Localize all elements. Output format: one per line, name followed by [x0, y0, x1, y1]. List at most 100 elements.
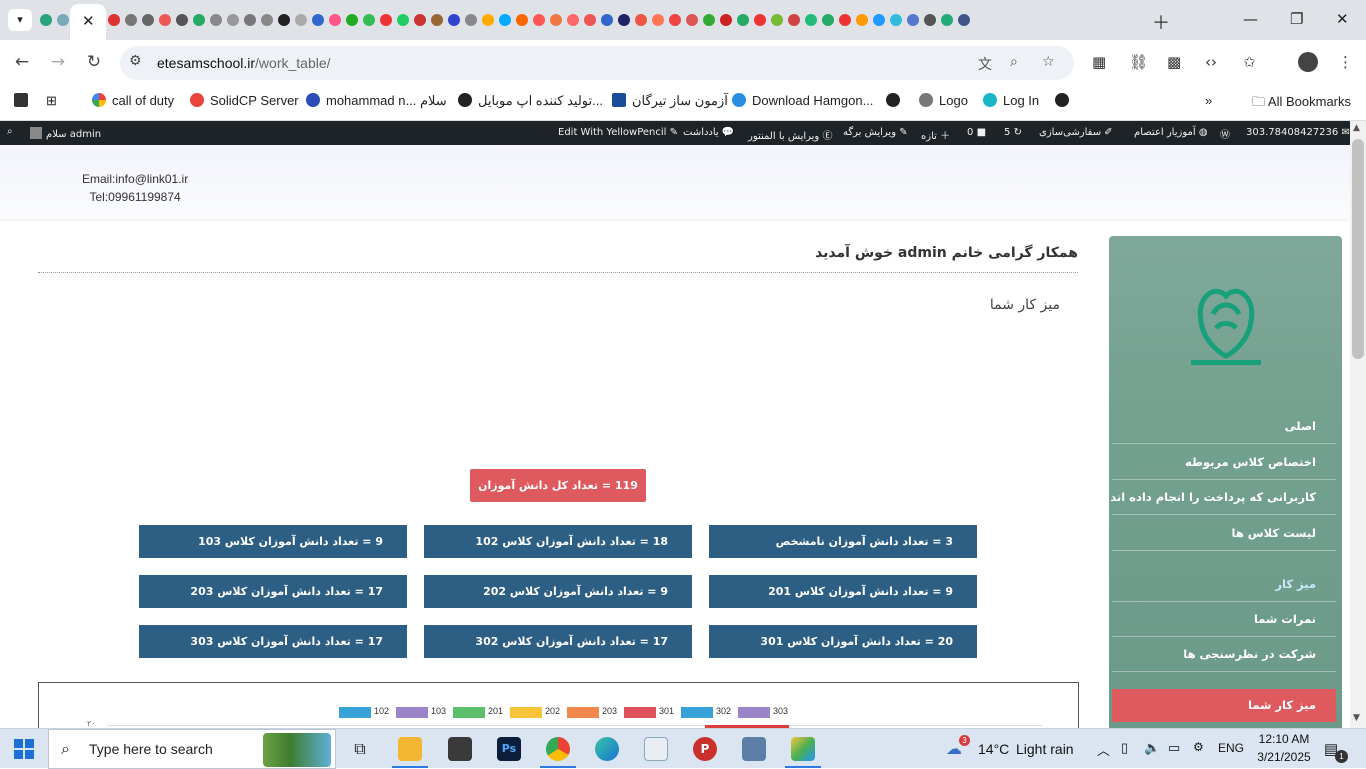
bookmark-app-maker[interactable]: تولید کننده اپ موبایل...: [458, 93, 603, 109]
pinned-tab-favicon[interactable]: [618, 14, 630, 26]
pinned-tab-favicon[interactable]: [312, 14, 324, 26]
pinned-tab-favicon[interactable]: [329, 14, 341, 26]
adminbar-ip[interactable]: 303.78408427236 ✉: [1246, 127, 1350, 138]
favorites-icon[interactable]: ✩: [1243, 53, 1256, 71]
pinned-tab-favicon[interactable]: [142, 14, 154, 26]
clock-date[interactable]: 3/21/2025: [1254, 750, 1314, 764]
weather-text[interactable]: Light rain: [1016, 741, 1074, 757]
pinned-tab-favicon[interactable]: [40, 14, 52, 26]
adminbar-elementor[interactable]: ویرایش با المنتور Ⓔ: [748, 127, 832, 142]
adminbar-customize[interactable]: سفارشی‌سازی ✐: [1039, 127, 1113, 138]
scroll-down-icon[interactable]: ▼: [1353, 713, 1360, 723]
pinned-tab-favicon[interactable]: [635, 14, 647, 26]
minimize-icon[interactable]: —: [1243, 10, 1258, 28]
bookmark-call-of-duty[interactable]: call of duty: [92, 93, 174, 108]
pinned-tab-favicon[interactable]: [788, 14, 800, 26]
adminbar-comments[interactable]: 0 ■: [967, 127, 986, 138]
forward-icon[interactable]: →: [47, 52, 69, 72]
adminbar-notes[interactable]: یادداشت 💬: [683, 127, 734, 138]
pinned-tab-favicon[interactable]: [703, 14, 715, 26]
page-scrollbar[interactable]: ▲ ▼: [1350, 121, 1366, 728]
pinned-tab-favicon[interactable]: [924, 14, 936, 26]
tray-chevron-icon[interactable]: ︿: [1097, 740, 1110, 759]
pinned-tab-favicon[interactable]: [210, 14, 222, 26]
adminbar-updates[interactable]: 5 ↻: [1004, 127, 1022, 138]
pinned-tab-favicon[interactable]: [431, 14, 443, 26]
qr-icon[interactable]: ▩: [1167, 53, 1181, 71]
sidebar-item-surveys[interactable]: شرکت در نظرسنجی ها: [1112, 637, 1336, 672]
pinned-tab-favicon[interactable]: [363, 14, 375, 26]
pinned-tab-favicon[interactable]: [57, 14, 69, 26]
adminbar-yellowpencil[interactable]: Edit With YellowPencil ✎: [558, 127, 678, 138]
contact-tel[interactable]: Tel:09961199874: [82, 188, 188, 206]
adminbar-site-name[interactable]: آموزیار اعتصام ◍: [1134, 127, 1208, 138]
back-icon[interactable]: ←: [11, 52, 33, 72]
pinned-tab-favicon[interactable]: [176, 14, 188, 26]
pinned-tab-favicon[interactable]: [805, 14, 817, 26]
pinned-tab-favicon[interactable]: [873, 14, 885, 26]
adminbar-search-icon[interactable]: ⌕: [7, 126, 13, 137]
pinned-tab-favicon[interactable]: [380, 14, 392, 26]
profile-avatar[interactable]: [1298, 52, 1318, 72]
active-tab[interactable]: ✕: [70, 4, 106, 40]
pinned-tab-favicon[interactable]: [567, 14, 579, 26]
pinned-tab-favicon[interactable]: [346, 14, 358, 26]
adminbar-edit-page[interactable]: ویرایش برگه ✎: [843, 127, 908, 138]
pinned-tab-favicon[interactable]: [890, 14, 902, 26]
bookmark-login[interactable]: Log In: [983, 93, 1039, 108]
pinned-tab-favicon[interactable]: [720, 14, 732, 26]
pinned-tab-favicon[interactable]: [227, 14, 239, 26]
pinned-tab-favicon[interactable]: [822, 14, 834, 26]
sidebar-item-assign-class[interactable]: اختصاص کلاس مربوطه: [1112, 445, 1336, 480]
adminbar-account[interactable]: سلام admin: [30, 127, 101, 140]
devtools-icon[interactable]: ‹›: [1205, 53, 1217, 71]
pinned-tab-favicon[interactable]: [261, 14, 273, 26]
adminbar-new[interactable]: تازه ＋: [921, 127, 950, 142]
pinned-tab-favicon[interactable]: [193, 14, 205, 26]
bookmark-mohammad[interactable]: mohammad n... سلام: [306, 93, 447, 109]
pinned-tab-favicon[interactable]: [839, 14, 851, 26]
bookmarks-overflow-icon[interactable]: »: [1205, 93, 1212, 108]
sidebar-item-desk[interactable]: میز کار: [1112, 567, 1336, 602]
pinned-tab-favicon[interactable]: [958, 14, 970, 26]
wordpress-icon[interactable]: Ⓦ: [1220, 126, 1230, 141]
pinned-tab-favicon[interactable]: [244, 14, 256, 26]
pinned-tab-favicon[interactable]: [652, 14, 664, 26]
pinned-tab-favicon[interactable]: [499, 14, 511, 26]
close-tab-icon[interactable]: ✕: [82, 12, 95, 30]
sidebar-item-class-list[interactable]: لیست کلاس ها: [1112, 516, 1336, 551]
restore-icon[interactable]: ❐: [1290, 10, 1303, 28]
pinned-tab-favicon[interactable]: [482, 14, 494, 26]
clock-time[interactable]: 12:10 AM: [1256, 732, 1312, 746]
pinned-tab-favicon[interactable]: [601, 14, 613, 26]
bookmark-solidcp[interactable]: SolidCP Server: [190, 93, 299, 108]
pinned-tab-favicon[interactable]: [278, 14, 290, 26]
pinned-tab-favicon[interactable]: [448, 14, 460, 26]
bookmark-globe[interactable]: [886, 93, 906, 108]
volume-icon[interactable]: 🔈: [1144, 740, 1160, 756]
bookmark-tirgan[interactable]: آزمون ساز تیرگان: [612, 93, 728, 109]
temperature[interactable]: 14°C: [978, 741, 1009, 757]
pinned-tab-favicon[interactable]: [941, 14, 953, 26]
pinned-tab-favicon[interactable]: [108, 14, 120, 26]
ime-icon[interactable]: ⚙: [1193, 740, 1204, 754]
language-indicator[interactable]: ENG: [1218, 741, 1244, 755]
apps-icon[interactable]: ⊞: [46, 93, 57, 109]
contact-email[interactable]: Email:info@link01.ir: [82, 170, 188, 188]
pinned-tab-favicon[interactable]: [125, 14, 137, 26]
sidebar-item-home[interactable]: اصلی: [1112, 409, 1336, 444]
scroll-up-icon[interactable]: ▲: [1353, 123, 1360, 133]
pinned-tab-favicon[interactable]: [414, 14, 426, 26]
pinned-tab-favicon[interactable]: [516, 14, 528, 26]
address-bar[interactable]: ⚙ etesamschool.ir/work_table/ 文 ⌕ ☆: [120, 46, 1074, 80]
network-icon[interactable]: ▭: [1168, 740, 1180, 756]
scroll-thumb[interactable]: [1352, 139, 1364, 359]
pinned-tab-favicon[interactable]: [397, 14, 409, 26]
pinned-tab-favicon[interactable]: [686, 14, 698, 26]
sidebar-item-grades[interactable]: نمرات شما: [1112, 602, 1336, 637]
battery-icon[interactable]: ▯: [1121, 740, 1128, 756]
pinned-tab-favicon[interactable]: [754, 14, 766, 26]
sidebar-item-paid-users[interactable]: کاربرانی که پرداخت را انجام داده اند: [1110, 480, 1336, 515]
all-bookmarks[interactable]: 🗀 All Bookmarks: [1252, 93, 1351, 115]
tab-search-chevron-icon[interactable]: ▾: [8, 9, 32, 31]
